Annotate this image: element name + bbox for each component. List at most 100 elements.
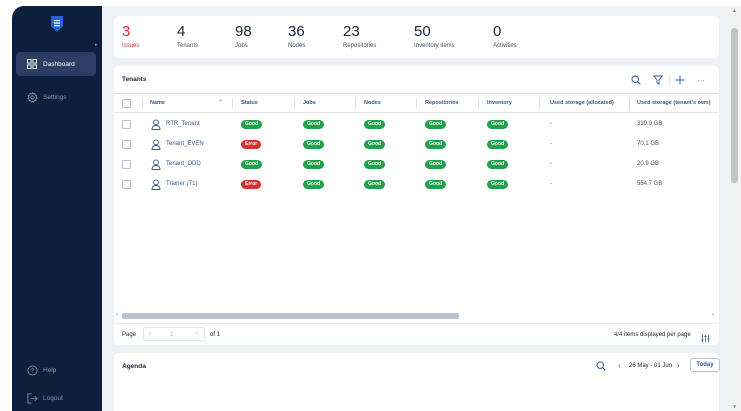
status-status-badge: Error [241,180,262,189]
table-header: Name ⌃ Status Jobs Nodes Repositories In… [114,94,719,113]
jobs-status-badge: Good [303,140,325,149]
pagination-bar: Page ‹ 1 › of 1 4/4 items displayed per … [114,323,719,345]
sidebar-item-help[interactable]: ? Help [16,358,96,382]
page-selector[interactable]: ‹ 1 › [143,327,205,341]
repositories-status-badge: Good [425,140,447,149]
jobs-status-badge: Good [303,120,325,129]
storage-allocated-value: - [550,161,552,167]
tenants-title: Tenants [122,76,147,83]
tenant-name-link[interactable]: RTR_Tenant [166,121,200,127]
stat-tenants[interactable]: 4 Tenants [177,23,198,49]
stat-label: Inventory items [414,43,455,49]
column-header-used-storage-allocated[interactable]: Used storage (allocated) [550,100,614,106]
agenda-card: Agenda ‹ 26 May - 01 Jun › Today [114,353,720,411]
nodes-status-badge: Good [364,180,386,189]
toolbar-divider [669,75,670,85]
stat-inventory-items[interactable]: 50 Inventory items [414,23,455,49]
sidebar-item-dashboard[interactable]: Dashboard [16,52,96,76]
scrollbar-thumb[interactable] [122,313,459,319]
status-status-badge: Error [241,140,262,149]
filter-icon[interactable] [651,73,665,87]
tenant-name-link[interactable]: Trainer (T1) [166,181,197,187]
next-page-icon[interactable]: › [196,331,198,337]
storage-own-value: 20.9 GB [637,161,660,167]
sidebar-item-settings[interactable]: Settings [16,85,96,109]
help-circle-icon: ? [26,364,38,376]
tenant-name-link[interactable]: Tenant_ODD [166,161,201,167]
repositories-status-badge: Good [425,160,447,169]
column-header-name[interactable]: Name [150,100,165,106]
stat-issues[interactable]: 3 Issues [122,23,139,49]
page-number: 1 [170,332,174,338]
table-row[interactable]: Trainer (T1) Error Good Good Good Good - 554.7 … [114,175,719,195]
stat-label: Repositories [343,43,377,49]
next-week-arrow-icon[interactable]: › [677,361,680,370]
previous-week-icon[interactable]: ‹ [618,361,621,370]
row-checkbox[interactable] [122,120,131,129]
stat-jobs[interactable]: 98 Jobs [235,23,252,49]
sidebar-item-label: Dashboard [43,60,75,68]
column-header-nodes[interactable]: Nodes [364,100,381,106]
user-icon [151,119,161,130]
page-total: of 1 [210,332,221,338]
column-header-inventory[interactable]: Inventory [487,100,512,106]
search-icon[interactable] [629,73,643,87]
column-settings-icon[interactable] [701,330,710,345]
app-frame: ▸ Dashboard Settings ? Help Logout 3 Iss… [12,6,741,411]
today-button[interactable]: Today [690,358,720,372]
nodes-status-badge: Good [364,140,386,149]
column-header-repositories[interactable]: Repositories [425,100,458,106]
user-icon [151,179,161,190]
storage-allocated-value: - [550,121,552,127]
previous-page-icon[interactable]: ‹ [149,331,151,337]
row-checkbox[interactable] [122,140,131,149]
stat-value: 98 [235,23,252,40]
user-icon [151,159,161,170]
summary-stats-card: 3 Issues 4 Tenants 98 Jobs 36 Nodes 23 R… [114,16,719,58]
jobs-status-badge: Good [303,160,325,169]
stat-value: 0 [493,23,502,40]
page-scrollbar[interactable]: ▲ ▼ [728,6,741,411]
add-icon[interactable] [673,73,687,87]
column-header-used-storage-own[interactable]: Used storage (tenant's own) [637,100,710,106]
stat-value: 36 [288,23,305,40]
stat-repositories[interactable]: 23 Repositories [343,23,376,49]
nodes-status-badge: Good [364,160,386,169]
stat-value: 4 [177,23,186,40]
gear-icon [26,91,38,103]
sort-ascending-icon[interactable]: ⌃ [218,99,223,106]
stat-label: Activities [493,43,517,49]
stat-value: 3 [122,23,131,40]
column-header-status[interactable]: Status [241,100,258,106]
repositories-status-badge: Good [425,180,447,189]
sidebar-item-logout[interactable]: Logout [16,386,96,410]
dashboard-grid-icon [26,58,38,70]
scroll-right-icon[interactable]: › [712,312,714,318]
app-logo-icon[interactable] [50,15,64,33]
scroll-up-icon[interactable]: ▲ [732,8,737,14]
table-row[interactable]: Tenant_ODD Good Good Good Good Good - 20.9 GB [114,155,719,175]
stat-activities[interactable]: 0 Activities [493,23,517,49]
table-row[interactable]: RTR_Tenant Good Good Good Good Good - 339.0 GB [114,115,719,135]
horizontal-scrollbar[interactable]: ‹ › [114,312,719,320]
tenant-name-link[interactable]: Tenant_EVEN [166,141,204,147]
status-status-badge: Good [241,160,263,169]
select-all-checkbox[interactable] [122,99,131,108]
scroll-down-icon[interactable]: ▼ [732,404,737,410]
column-header-jobs[interactable]: Jobs [303,100,316,106]
stat-label: Jobs [235,43,248,49]
table-row[interactable]: Tenant_EVEN Error Good Good Good Good - 70.1 GB [114,135,719,155]
sidebar-collapse-icon[interactable]: ▸ [95,42,98,48]
more-options-icon[interactable]: ⋯ [694,73,708,87]
inventory-status-badge: Good [487,180,509,189]
tenants-card: Tenants ⋯ Name ⌃ Status Jobs Nodes Repos… [114,66,719,345]
page-scrollbar-thumb[interactable] [731,28,738,183]
stat-nodes[interactable]: 36 Nodes [288,23,305,49]
storage-allocated-value: - [550,141,552,147]
row-checkbox[interactable] [122,180,131,189]
storage-own-value: 70.1 GB [637,141,660,147]
row-checkbox[interactable] [122,160,131,169]
stat-value: 50 [414,23,431,40]
scroll-left-icon[interactable]: ‹ [116,312,118,318]
search-icon[interactable] [594,359,608,373]
